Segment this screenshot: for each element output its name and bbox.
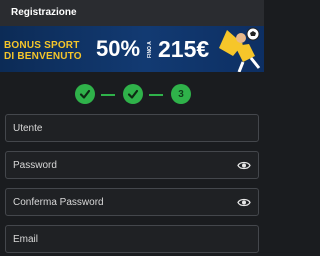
check-icon xyxy=(127,89,139,99)
email-field-container xyxy=(5,225,259,253)
registration-stepper: 3 xyxy=(0,82,264,106)
step-3-current: 3 xyxy=(171,84,191,104)
step-connector xyxy=(101,94,115,96)
banner-subheadline: DI BENVENUTO xyxy=(4,51,82,62)
username-field-container xyxy=(5,114,259,142)
promo-banner[interactable]: BONUS SPORT DI BENVENUTO 50% FINO A 215€ xyxy=(0,26,264,72)
password-field-container xyxy=(5,151,259,179)
eye-icon[interactable] xyxy=(237,197,251,208)
step-2-completed xyxy=(123,84,143,104)
banner-headline: BONUS SPORT xyxy=(4,40,80,51)
eye-icon[interactable] xyxy=(237,160,251,171)
step-connector xyxy=(149,94,163,96)
step-1-completed xyxy=(75,84,95,104)
soccer-player-icon xyxy=(219,27,261,72)
username-input[interactable] xyxy=(6,115,258,141)
password-input[interactable] xyxy=(6,152,258,178)
step-number: 3 xyxy=(178,88,184,100)
banner-percent: 50% xyxy=(96,36,141,61)
email-input[interactable] xyxy=(6,226,258,252)
banner-up-to: FINO A xyxy=(147,41,153,59)
banner-amount: 215€ xyxy=(158,36,210,62)
check-icon xyxy=(79,89,91,99)
page-title: Registrazione xyxy=(11,7,77,18)
page-header: Registrazione xyxy=(0,0,264,26)
confirm-password-field-container xyxy=(5,188,259,216)
confirm-password-input[interactable] xyxy=(6,189,258,215)
